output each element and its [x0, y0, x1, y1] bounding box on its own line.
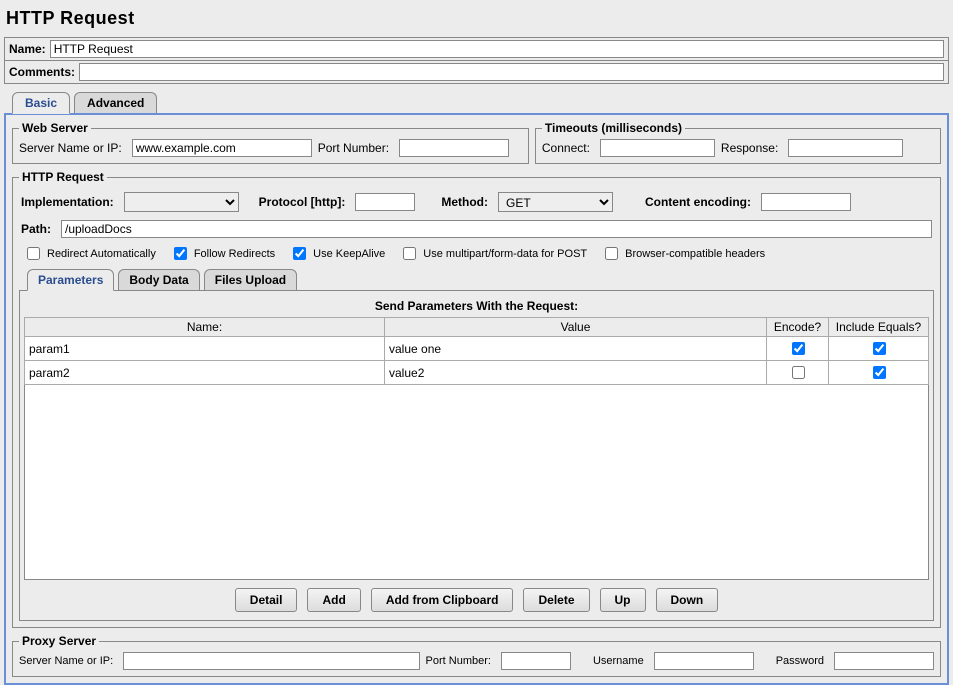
- detail-button[interactable]: Detail: [235, 588, 298, 612]
- col-encode: Encode?: [767, 318, 829, 337]
- tab-advanced[interactable]: Advanced: [74, 92, 157, 113]
- proxy-pass-label: Password: [776, 655, 824, 667]
- path-label: Path:: [21, 222, 51, 236]
- proxy-fieldset: Proxy Server Server Name or IP: Port Num…: [12, 634, 941, 677]
- timeout-response-label: Response:: [721, 141, 778, 155]
- check-multipart-box[interactable]: [403, 247, 416, 260]
- protocol-input[interactable]: [355, 193, 415, 211]
- col-name: Name:: [25, 318, 385, 337]
- cell-name[interactable]: param1: [25, 337, 385, 361]
- check-follow-redirects-box[interactable]: [174, 247, 187, 260]
- path-input[interactable]: [61, 220, 932, 238]
- proxy-user-input[interactable]: [654, 652, 754, 670]
- cell-name[interactable]: param2: [25, 361, 385, 385]
- name-input[interactable]: [50, 40, 944, 58]
- timeout-response-input[interactable]: [788, 139, 903, 157]
- tab-basic[interactable]: Basic: [12, 92, 70, 114]
- main-tabstrip: Basic Advanced: [4, 92, 949, 113]
- check-browser-headers-label: Browser-compatible headers: [625, 248, 765, 260]
- comments-label: Comments:: [9, 65, 75, 79]
- name-label: Name:: [9, 42, 46, 56]
- cell-value[interactable]: value one: [385, 337, 767, 361]
- server-port-label: Port Number:: [318, 141, 389, 155]
- timeout-connect-label: Connect:: [542, 141, 590, 155]
- table-empty-area[interactable]: [24, 385, 929, 580]
- check-keepalive[interactable]: Use KeepAlive: [289, 244, 385, 263]
- proxy-server-input[interactable]: [123, 652, 419, 670]
- check-multipart[interactable]: Use multipart/form-data for POST: [399, 244, 587, 263]
- row-encode-box[interactable]: [792, 342, 805, 355]
- proxy-legend: Proxy Server: [19, 634, 99, 648]
- comments-input[interactable]: [79, 63, 944, 81]
- impl-select[interactable]: [124, 192, 239, 212]
- params-table[interactable]: Name: Value Encode? Include Equals? para…: [24, 317, 929, 385]
- proxy-port-label: Port Number:: [426, 655, 491, 667]
- check-keepalive-box[interactable]: [293, 247, 306, 260]
- col-value: Value: [385, 318, 767, 337]
- check-keepalive-label: Use KeepAlive: [313, 248, 385, 260]
- subtab-parameters[interactable]: Parameters: [27, 269, 114, 291]
- server-name-input[interactable]: [132, 139, 312, 157]
- check-redirect-auto-box[interactable]: [27, 247, 40, 260]
- up-button[interactable]: Up: [600, 588, 646, 612]
- server-name-label: Server Name or IP:: [19, 141, 122, 155]
- timeouts-fieldset: Timeouts (milliseconds) Connect: Respons…: [535, 121, 941, 164]
- protocol-label: Protocol [http]:: [259, 195, 346, 209]
- params-panel: Send Parameters With the Request: Name: …: [19, 290, 934, 621]
- proxy-user-label: Username: [593, 655, 644, 667]
- col-equals: Include Equals?: [829, 318, 929, 337]
- timeouts-legend: Timeouts (milliseconds): [542, 121, 685, 135]
- name-row: Name:: [4, 37, 949, 61]
- impl-label: Implementation:: [21, 195, 114, 209]
- cell-equals[interactable]: [829, 361, 929, 385]
- subtabstrip: Parameters Body Data Files Upload: [19, 269, 934, 290]
- check-follow-redirects-label: Follow Redirects: [194, 248, 275, 260]
- proxy-server-label: Server Name or IP:: [19, 655, 113, 667]
- http-fieldset: HTTP Request Implementation: Protocol [h…: [12, 170, 941, 628]
- check-browser-headers[interactable]: Browser-compatible headers: [601, 244, 765, 263]
- method-select[interactable]: GET: [498, 192, 613, 212]
- params-caption: Send Parameters With the Request:: [24, 295, 929, 317]
- encoding-label: Content encoding:: [645, 195, 751, 209]
- page-title: HTTP Request: [4, 4, 949, 37]
- proxy-port-input[interactable]: [501, 652, 571, 670]
- subtab-files-upload[interactable]: Files Upload: [204, 269, 297, 290]
- add-from-clipboard-button[interactable]: Add from Clipboard: [371, 588, 514, 612]
- row-equals-box[interactable]: [873, 342, 886, 355]
- down-button[interactable]: Down: [656, 588, 719, 612]
- timeout-connect-input[interactable]: [600, 139, 715, 157]
- cell-encode[interactable]: [767, 337, 829, 361]
- proxy-pass-input[interactable]: [834, 652, 934, 670]
- tabcontent-basic: Web Server Server Name or IP: Port Numbe…: [4, 113, 949, 685]
- row-equals-box[interactable]: [873, 366, 886, 379]
- row-encode-box[interactable]: [792, 366, 805, 379]
- comments-row: Comments:: [4, 61, 949, 84]
- check-browser-headers-box[interactable]: [605, 247, 618, 260]
- table-row[interactable]: param1 value one: [25, 337, 929, 361]
- server-port-input[interactable]: [399, 139, 509, 157]
- cell-equals[interactable]: [829, 337, 929, 361]
- table-row[interactable]: param2 value2: [25, 361, 929, 385]
- check-redirect-auto-label: Redirect Automatically: [47, 248, 156, 260]
- cell-value[interactable]: value2: [385, 361, 767, 385]
- webserver-fieldset: Web Server Server Name or IP: Port Numbe…: [12, 121, 529, 164]
- cell-encode[interactable]: [767, 361, 829, 385]
- http-legend: HTTP Request: [19, 170, 107, 184]
- webserver-legend: Web Server: [19, 121, 91, 135]
- add-button[interactable]: Add: [307, 588, 360, 612]
- check-follow-redirects[interactable]: Follow Redirects: [170, 244, 275, 263]
- encoding-input[interactable]: [761, 193, 851, 211]
- delete-button[interactable]: Delete: [523, 588, 589, 612]
- method-label: Method:: [441, 195, 488, 209]
- subtab-body-data[interactable]: Body Data: [118, 269, 199, 290]
- check-redirect-auto[interactable]: Redirect Automatically: [23, 244, 156, 263]
- check-multipart-label: Use multipart/form-data for POST: [423, 248, 587, 260]
